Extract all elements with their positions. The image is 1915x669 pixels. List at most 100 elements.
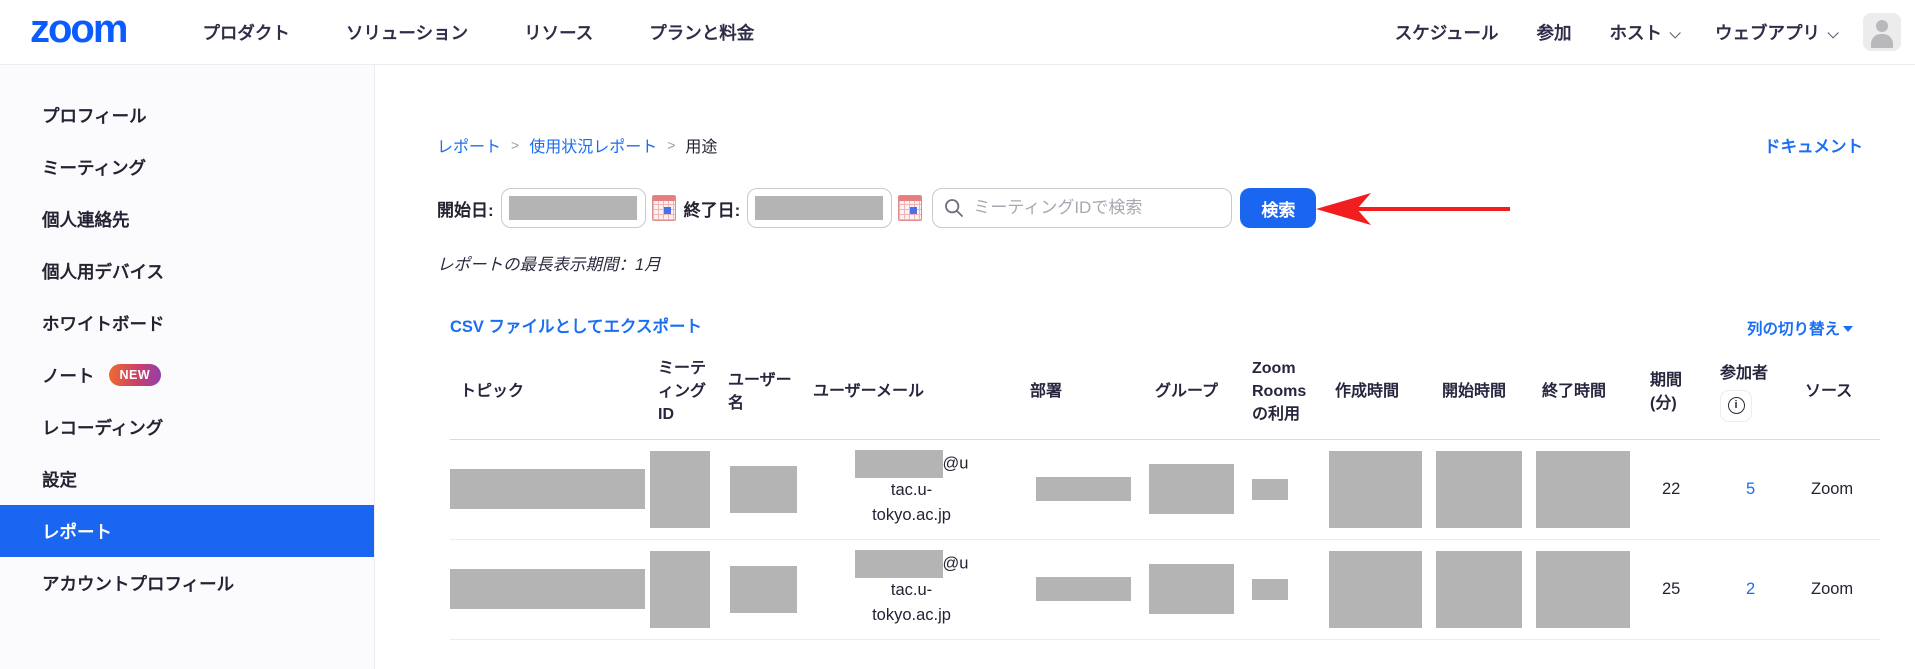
- filter-bar: 開始日: 終了日: 検索: [437, 188, 1316, 228]
- top-navigation: zoom プロダクト ソリューション リソース プランと料金 スケジュール 参加…: [0, 0, 1915, 65]
- zoom-logo[interactable]: zoom: [30, 9, 126, 55]
- user-email-cell: @u tac.u- tokyo.ac.jp: [803, 539, 1020, 639]
- info-icon: i: [1728, 397, 1745, 414]
- main-content: レポート > 使用状況レポート > 用途 ドキュメント 開始日: 終了日: 検索: [375, 65, 1915, 669]
- usage-report-table: トピック ミーティング ID ユーザー名 ユーザーメール 部署 グループ Zoo…: [450, 345, 1880, 640]
- sidebar: プロフィール ミーティング 個人連絡先 個人用デバイス ホワイトボード ノート …: [0, 65, 375, 669]
- nav-plans-pricing[interactable]: プランと料金: [649, 20, 754, 45]
- sidebar-item-reports[interactable]: レポート: [0, 505, 374, 557]
- sidebar-item-recordings[interactable]: レコーディング: [0, 401, 374, 453]
- redacted-zoom-rooms: [1252, 479, 1288, 500]
- col-participants: 参加者 i: [1710, 345, 1795, 439]
- chevron-down-icon: [1669, 27, 1680, 38]
- nav-schedule[interactable]: スケジュール: [1395, 20, 1499, 45]
- redacted-topic: [450, 469, 645, 509]
- nav-join[interactable]: 参加: [1537, 20, 1572, 45]
- col-created-time: 作成時間: [1325, 345, 1432, 439]
- user-email-cell: @u tac.u- tokyo.ac.jp: [803, 439, 1020, 539]
- col-meeting-id: ミーティング ID: [648, 345, 718, 439]
- end-date-field[interactable]: [747, 188, 892, 228]
- sidebar-item-personal-devices[interactable]: 個人用デバイス: [0, 245, 374, 297]
- redacted-created-time: [1329, 551, 1422, 628]
- new-badge: NEW: [109, 364, 162, 386]
- redacted-department: [1036, 577, 1131, 601]
- sidebar-item-profile[interactable]: プロフィール: [0, 89, 374, 141]
- nav-solutions[interactable]: ソリューション: [346, 20, 468, 45]
- table-header-row: トピック ミーティング ID ユーザー名 ユーザーメール 部署 グループ Zoo…: [450, 345, 1880, 439]
- breadcrumb-current: 用途: [685, 133, 717, 157]
- col-topic: トピック: [450, 345, 648, 439]
- search-button[interactable]: 検索: [1240, 188, 1316, 228]
- redacted-value: [755, 196, 883, 220]
- participants-count-link[interactable]: 5: [1746, 480, 1755, 498]
- primary-nav: プロダクト ソリューション リソース プランと料金: [202, 20, 754, 45]
- duration-cell: 25: [1640, 539, 1710, 639]
- col-start-time: 開始時間: [1432, 345, 1532, 439]
- table-row: @u tac.u- tokyo.ac.jp 22 5 Zoom: [450, 439, 1880, 539]
- avatar-person-icon: [1876, 20, 1888, 32]
- breadcrumb-separator: >: [667, 137, 675, 153]
- redacted-value: [509, 196, 637, 220]
- source-cell: Zoom: [1795, 439, 1880, 539]
- nav-host-menu[interactable]: ホスト: [1610, 20, 1678, 45]
- breadcrumb-separator: >: [511, 137, 519, 153]
- redacted-email-prefix: [855, 450, 943, 478]
- redacted-meeting-id: [650, 551, 710, 628]
- redacted-created-time: [1329, 451, 1422, 528]
- col-end-time: 終了時間: [1532, 345, 1640, 439]
- user-avatar[interactable]: [1863, 13, 1901, 51]
- redacted-end-time: [1536, 551, 1630, 628]
- search-field-wrap: [932, 188, 1232, 228]
- redacted-meeting-id: [650, 451, 710, 528]
- nav-webapp-menu[interactable]: ウェブアプリ: [1715, 20, 1835, 45]
- redacted-topic: [450, 569, 645, 609]
- col-group: グループ: [1145, 345, 1242, 439]
- source-cell: Zoom: [1795, 539, 1880, 639]
- nav-resources[interactable]: リソース: [524, 20, 593, 45]
- redacted-group: [1149, 564, 1234, 614]
- table-row: @u tac.u- tokyo.ac.jp 25 2 Zoom: [450, 539, 1880, 639]
- zoom-web-portal: zoom プロダクト ソリューション リソース プランと料金 スケジュール 参加…: [0, 0, 1915, 669]
- redacted-start-time: [1436, 551, 1522, 628]
- breadcrumb-usage-reports[interactable]: 使用状況レポート: [529, 133, 657, 157]
- info-icon-chip[interactable]: i: [1720, 390, 1752, 422]
- col-duration: 期間 (分): [1640, 345, 1710, 439]
- participants-count-link[interactable]: 2: [1746, 580, 1755, 598]
- sidebar-item-meetings[interactable]: ミーティング: [0, 141, 374, 193]
- sidebar-item-personal-contacts[interactable]: 個人連絡先: [0, 193, 374, 245]
- documentation-link[interactable]: ドキュメント: [1764, 133, 1863, 157]
- sidebar-item-settings[interactable]: 設定: [0, 453, 374, 505]
- col-department: 部署: [1020, 345, 1145, 439]
- end-date-label: 終了日:: [684, 196, 741, 221]
- search-icon: [944, 198, 964, 218]
- redacted-user-name: [730, 566, 797, 613]
- start-date-field[interactable]: [501, 188, 646, 228]
- breadcrumb: レポート > 使用状況レポート > 用途: [437, 133, 717, 157]
- nav-products[interactable]: プロダクト: [202, 20, 290, 45]
- sidebar-item-notes[interactable]: ノート NEW: [0, 349, 374, 401]
- sidebar-item-account-profile[interactable]: アカウントプロフィール: [0, 557, 374, 609]
- red-arrow-annotation: [1313, 191, 1513, 227]
- toggle-columns-link[interactable]: 列の切り替え: [1747, 317, 1853, 339]
- meeting-id-search-input[interactable]: [932, 188, 1232, 228]
- col-source: ソース: [1795, 345, 1880, 439]
- sidebar-item-whiteboard[interactable]: ホワイトボード: [0, 297, 374, 349]
- redacted-email-prefix: [855, 550, 943, 578]
- redacted-department: [1036, 477, 1131, 501]
- calendar-icon[interactable]: [652, 195, 676, 221]
- col-user-name: ユーザー名: [718, 345, 803, 439]
- redacted-end-time: [1536, 451, 1630, 528]
- chevron-down-icon: [1827, 27, 1838, 38]
- col-zoom-rooms: Zoom Roomsの利用: [1242, 345, 1325, 439]
- redacted-group: [1149, 464, 1234, 514]
- redacted-zoom-rooms: [1252, 579, 1288, 600]
- secondary-nav: スケジュール 参加 ホスト ウェブアプリ: [1395, 20, 1835, 45]
- breadcrumb-reports[interactable]: レポート: [437, 133, 501, 157]
- report-period-note: レポートの最長表示期間：1月: [437, 251, 661, 275]
- col-user-email: ユーザーメール: [803, 345, 1020, 439]
- redacted-start-time: [1436, 451, 1522, 528]
- start-date-label: 開始日:: [437, 196, 494, 221]
- calendar-icon[interactable]: [898, 195, 922, 221]
- caret-down-icon: [1843, 326, 1853, 332]
- export-csv-link[interactable]: CSV ファイルとしてエクスポート: [450, 313, 702, 337]
